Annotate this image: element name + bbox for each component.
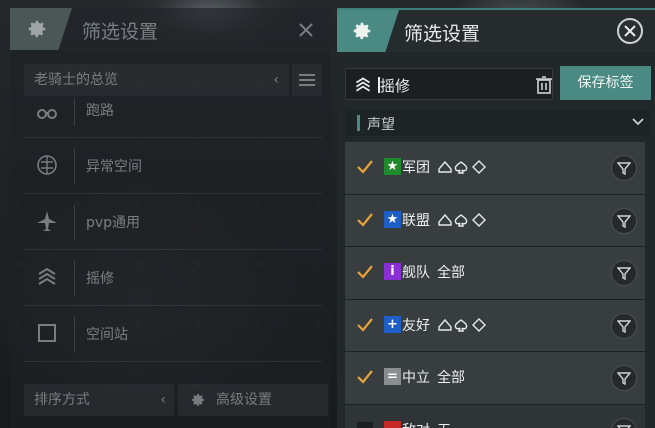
filter-icon[interactable] xyxy=(611,260,637,286)
preset-item[interactable]: pvp通用 xyxy=(24,194,322,250)
binoculars-icon xyxy=(36,102,58,124)
filter-icon[interactable] xyxy=(611,155,637,181)
preset-label: 异常空间 xyxy=(86,159,142,175)
standing-icon: ★ xyxy=(384,210,401,228)
save-tag-button[interactable]: 保存标签 xyxy=(560,66,651,100)
standing-icon: i xyxy=(384,263,401,280)
close-button[interactable] xyxy=(617,18,643,44)
preset-list: 跑路 异常空间 pvp通用 摇修 空间站 xyxy=(24,98,322,362)
shape-filter-icons xyxy=(437,317,487,337)
standing-row[interactable]: −敌对无 xyxy=(345,404,645,428)
preset-name-input[interactable]: 摇修 xyxy=(345,68,553,100)
panel-title: 筛选设置 xyxy=(82,21,159,43)
standing-label: 舰队 xyxy=(402,265,430,281)
standing-label: 联盟 xyxy=(402,212,430,229)
sort-label: 排序方式 xyxy=(34,392,90,408)
gear-icon xyxy=(10,8,72,50)
menu-icon[interactable] xyxy=(292,64,322,96)
checkmark-icon[interactable] xyxy=(356,263,374,281)
checkmark-icon[interactable] xyxy=(356,211,374,229)
gear-icon xyxy=(192,394,204,406)
standing-row[interactable]: ★ 联盟 xyxy=(345,194,645,247)
preset-item[interactable]: 空间站 xyxy=(24,306,322,362)
preset-label: 空间站 xyxy=(86,327,128,343)
standing-label: 中立 xyxy=(402,370,430,386)
panel-header: 筛选设置 xyxy=(10,8,330,50)
standing-icon: − xyxy=(384,420,401,428)
standing-label: 军团 xyxy=(402,160,430,176)
standing-filter-list: ★军团★联盟i舰队全部+友好=中立全部−敌对无 xyxy=(345,142,645,428)
advanced-label: 高级设置 xyxy=(216,392,272,408)
chevrons-icon xyxy=(36,266,58,288)
trash-icon xyxy=(536,76,552,94)
overview-filter-panel-inactive: 筛选设置 老骑士的总览 ‹ 跑路 异常空间 pvp通用 摇修 空间站 排序方式 … xyxy=(10,8,330,428)
standing-row[interactable]: + 友好 xyxy=(345,299,645,352)
preset-label: 跑路 xyxy=(86,103,114,119)
panel-title: 筛选设置 xyxy=(404,23,481,45)
gear-icon xyxy=(337,10,399,52)
standing-scope: 无 xyxy=(437,420,451,428)
overview-preset-selector[interactable]: 老骑士的总览 ‹ xyxy=(24,64,289,96)
preset-name-value: 摇修 xyxy=(380,77,411,95)
filter-icon[interactable] xyxy=(611,417,637,428)
sort-button[interactable]: 排序方式 ‹ xyxy=(24,384,174,416)
checkmark-icon[interactable] xyxy=(356,316,374,334)
overview-filter-panel: 筛选设置 摇修 保存标签 声望 ★军团★联盟i舰队全部+友好=中立全部−敌对无 xyxy=(337,8,655,428)
standing-row[interactable]: i 舰队 全部 xyxy=(345,247,645,300)
close-icon[interactable] xyxy=(296,20,316,40)
checkmark-icon[interactable] xyxy=(356,368,374,386)
square-icon xyxy=(36,322,58,344)
shape-filter-icons xyxy=(437,159,487,179)
preset-item[interactable]: 摇修 xyxy=(24,250,322,306)
chevron-left-icon: ‹ xyxy=(273,72,279,88)
chevron-down-icon xyxy=(632,118,644,126)
standing-label: 敌对 xyxy=(402,420,430,428)
filter-icon[interactable] xyxy=(611,207,637,234)
filter-icon[interactable] xyxy=(611,312,637,339)
checkmark-icon[interactable] xyxy=(356,158,374,176)
standing-scope: 全部 xyxy=(437,370,465,386)
filter-icon[interactable] xyxy=(611,365,637,391)
standing-scope: 全部 xyxy=(437,265,465,281)
preset-label: pvp通用 xyxy=(86,215,141,231)
anomaly-icon xyxy=(36,154,58,176)
preset-label: 摇修 xyxy=(86,271,114,287)
close-icon xyxy=(624,25,636,37)
standing-row[interactable]: ★ 军团 xyxy=(345,142,645,195)
shape-filter-icons xyxy=(437,212,487,232)
standing-section-header[interactable]: 声望 xyxy=(345,110,651,136)
preset-item[interactable]: 异常空间 xyxy=(24,138,322,194)
standing-label: 友好 xyxy=(402,317,430,334)
standing-icon: ★ xyxy=(384,158,401,175)
chevron-left-icon: ‹ xyxy=(160,392,166,408)
preset-item[interactable]: 跑路 xyxy=(24,98,322,138)
chevrons-icon xyxy=(355,77,371,92)
fighter-icon xyxy=(36,210,58,232)
checkbox[interactable] xyxy=(356,421,374,428)
standing-icon: = xyxy=(384,368,401,385)
standing-row[interactable]: = 中立 全部 xyxy=(345,352,645,405)
panel-header: 筛选设置 xyxy=(337,10,655,52)
standing-icon: + xyxy=(384,315,401,333)
overview-name: 老骑士的总览 xyxy=(34,72,118,88)
advanced-settings-button[interactable]: 高级设置 xyxy=(178,384,328,416)
section-label: 声望 xyxy=(367,117,395,133)
